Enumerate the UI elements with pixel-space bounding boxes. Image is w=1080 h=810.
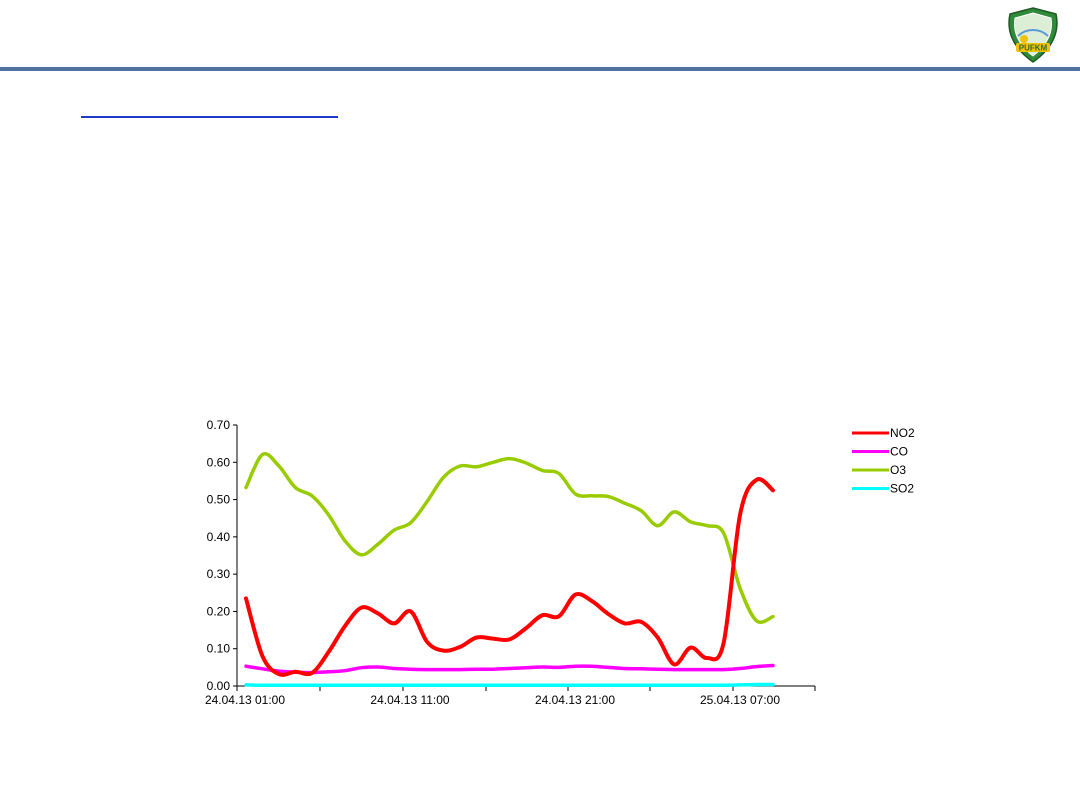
- legend-label-co: CO: [890, 445, 908, 459]
- x-tick-label: 24.04.13 21:00: [535, 693, 615, 707]
- x-tick-label: 25.04.13 07:00: [700, 693, 780, 707]
- line-chart: 0.00 0.10 0.20 0.30 0.40 0.50 0.60 0.70 24.04.13…: [205, 418, 915, 707]
- y-tick-label: 0.10: [207, 642, 231, 656]
- y-tick-label: 0.70: [207, 418, 231, 432]
- y-tick-label: 0.00: [207, 679, 231, 693]
- y-tick-label: 0.60: [207, 455, 231, 469]
- series-line-o3: [244, 451, 775, 624]
- y-tick-label: 0.50: [207, 493, 231, 507]
- legend-label-o3: O3: [890, 463, 906, 477]
- series-line-co: [244, 663, 775, 675]
- y-tick-label: 0.30: [207, 567, 231, 581]
- y-tick-label: 0.20: [207, 604, 231, 618]
- x-tick-label: 24.04.13 11:00: [370, 693, 450, 707]
- series-line-so2: [244, 682, 775, 688]
- y-tick-label: 0.40: [207, 530, 231, 544]
- legend-label-no2: NO2: [890, 426, 915, 440]
- legend-label-so2: SO2: [890, 482, 914, 496]
- x-tick-label: 24.04.13 01:00: [205, 693, 285, 707]
